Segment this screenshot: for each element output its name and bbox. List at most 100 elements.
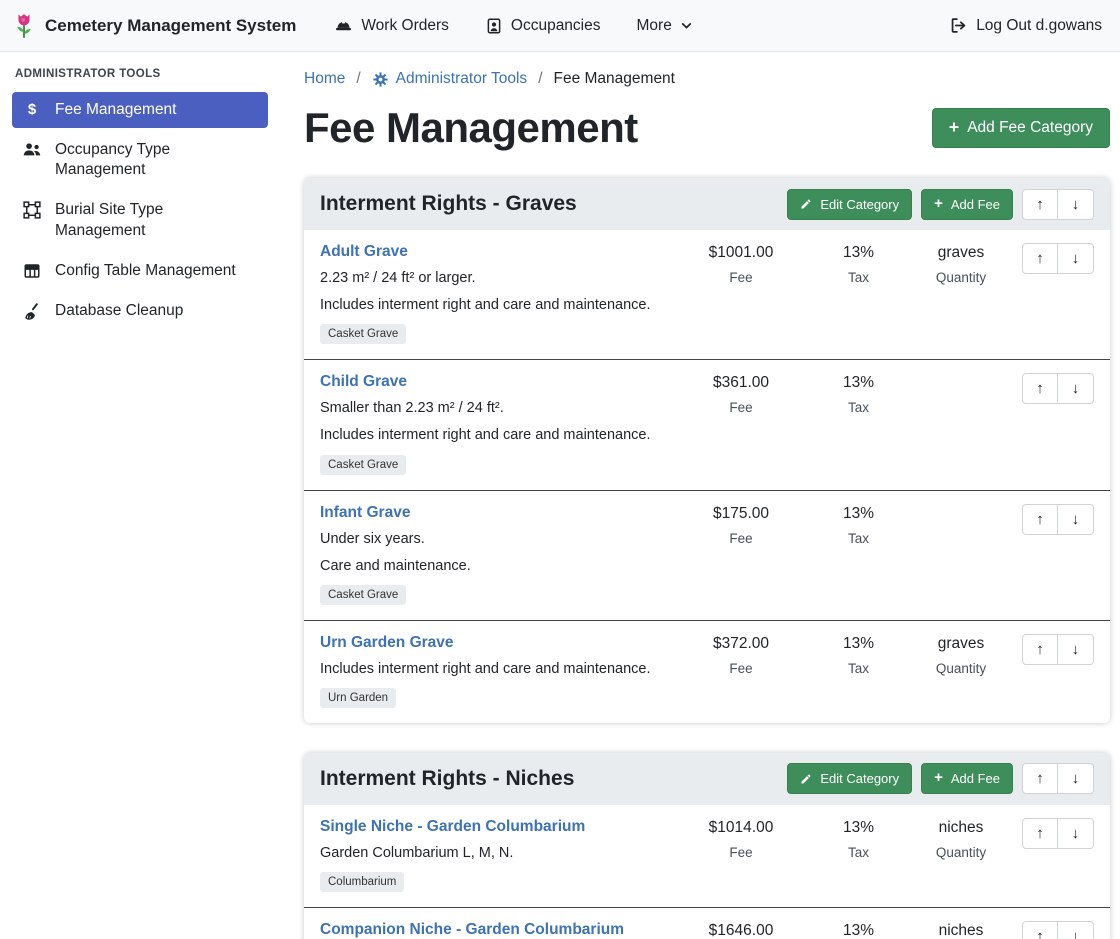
move-category-up-button[interactable]: ↑ [1022, 189, 1058, 220]
main-content: Home / Administrat [280, 52, 1120, 939]
fee-name-link[interactable]: Infant Grave [320, 504, 410, 522]
fee-name-link[interactable]: Urn Garden Grave [320, 634, 454, 652]
fee-description: Garden Columbarium L, M, N. [320, 844, 671, 862]
move-fee-up-button[interactable]: ↑ [1022, 373, 1058, 404]
fee-tax: 13% [811, 244, 906, 262]
fee-amount-cell: $1014.00 Fee [671, 818, 811, 860]
fee-quantity-cell: niches Quantity [906, 818, 1016, 860]
fee-quantity: niches [906, 922, 1016, 939]
fee-description: 2.23 m² / 24 ft² or larger. [320, 269, 671, 287]
breadcrumb-admin-tools-label: Administrator Tools [396, 70, 528, 88]
move-fee-down-button[interactable]: ↓ [1058, 818, 1094, 849]
plus-icon: + [934, 771, 943, 786]
move-fee-down-button[interactable]: ↓ [1058, 504, 1094, 535]
arrow-up-icon: ↑ [1036, 380, 1044, 397]
plus-icon: + [949, 119, 959, 137]
breadcrumb-home-label: Home [304, 70, 345, 88]
move-fee-down-button[interactable]: ↓ [1058, 634, 1094, 665]
fee-reorder-group: ↑ ↓ [1022, 921, 1094, 939]
add-fee-label: Add Fee [951, 771, 1000, 786]
fee-quantity-cell: graves Quantity [906, 634, 1016, 676]
table-icon [22, 262, 42, 280]
fee-descriptions: Garden Columbarium L, M, N. [320, 844, 671, 862]
nav-work-orders[interactable]: Work Orders [334, 16, 449, 35]
fee-type-badge: Urn Garden [320, 688, 396, 708]
tulip-logo-icon [12, 13, 36, 39]
fee-amount: $1001.00 [671, 244, 811, 262]
fee-reorder-group: ↑ ↓ [1022, 243, 1094, 274]
fee-quantity-cell: niches Quantity [906, 921, 1016, 939]
move-fee-up-button[interactable]: ↑ [1022, 921, 1058, 939]
edit-category-button[interactable]: Edit Category [787, 763, 912, 794]
move-category-down-button[interactable]: ↓ [1058, 189, 1094, 220]
fee-quantity-label: Quantity [906, 661, 1016, 676]
sidebar-item-database-cleanup[interactable]: Database Cleanup [12, 293, 268, 329]
fee-row: Infant Grave Under six years.Care and ma… [304, 490, 1110, 620]
fee-descriptions: Smaller than 2.23 m² / 24 ft².Includes i… [320, 399, 671, 444]
move-fee-down-button[interactable]: ↓ [1058, 373, 1094, 404]
add-fee-label: Add Fee [951, 197, 1000, 212]
broom-icon [22, 302, 42, 320]
move-category-down-button[interactable]: ↓ [1058, 763, 1094, 794]
arrow-up-icon: ↑ [1036, 641, 1044, 658]
nav-occupancies[interactable]: Occupancies [485, 17, 601, 35]
fee-quantity-cell: graves Quantity [906, 243, 1016, 285]
fee-tax: 13% [811, 505, 906, 523]
sidebar-item-label: Fee Management [55, 100, 177, 120]
move-category-up-button[interactable]: ↑ [1022, 763, 1058, 794]
arrow-down-icon: ↓ [1072, 641, 1080, 658]
fee-description: Includes interment right and care and ma… [320, 296, 671, 314]
pencil-icon [800, 773, 812, 785]
fee-name-link[interactable]: Single Niche - Garden Columbarium [320, 818, 585, 836]
fee-description: Smaller than 2.23 m² / 24 ft². [320, 399, 671, 417]
fee-tax-cell: 13% Tax [811, 634, 906, 676]
move-fee-up-button[interactable]: ↑ [1022, 243, 1058, 274]
category-body: Adult Grave 2.23 m² / 24 ft² or larger. I… [304, 230, 1110, 723]
sidebar-item-burial-site-type-management[interactable]: Burial Site Type Management [12, 192, 268, 248]
move-fee-up-button[interactable]: ↑ [1022, 634, 1058, 665]
add-fee-button[interactable]: + Add Fee [921, 763, 1013, 794]
move-fee-up-button[interactable]: ↑ [1022, 818, 1058, 849]
category-reorder-group: ↑ ↓ [1022, 189, 1094, 220]
sidebar-item-occupancy-type-management[interactable]: Occupancy Type Management [12, 132, 268, 188]
breadcrumb: Home / Administrat [304, 70, 1110, 88]
hard-hat-icon [334, 16, 353, 35]
pencil-icon [800, 198, 812, 210]
fee-name-link[interactable]: Child Grave [320, 373, 407, 391]
fee-name-link[interactable]: Companion Niche - Garden Columbarium [320, 921, 624, 939]
breadcrumb-home[interactable]: Home [304, 70, 345, 88]
sidebar-item-fee-management[interactable]: $ Fee Management [12, 92, 268, 128]
fee-info: Adult Grave 2.23 m² / 24 ft² or larger. I… [320, 243, 671, 344]
portrait-icon [485, 17, 503, 35]
move-fee-up-button[interactable]: ↑ [1022, 504, 1058, 535]
fee-info: Single Niche - Garden Columbarium Garden… [320, 818, 671, 892]
fee-tax-cell: 13% Tax [811, 921, 906, 939]
fee-tax: 13% [811, 374, 906, 392]
move-fee-down-button[interactable]: ↓ [1058, 243, 1094, 274]
fee-name-link[interactable]: Adult Grave [320, 243, 408, 261]
fee-amount-label: Fee [671, 400, 811, 415]
primary-nav: Work Orders Occupancies More [334, 16, 693, 35]
fee-amount-label: Fee [671, 531, 811, 546]
category-title: Interment Rights - Graves [320, 192, 778, 216]
fee-category-card: Interment Rights - Niches Edit Category … [304, 753, 1110, 939]
app-brand[interactable]: Cemetery Management System [12, 13, 296, 39]
fee-amount-cell: $1646.00 Fee [671, 921, 811, 939]
fee-tax: 13% [811, 819, 906, 837]
breadcrumb-admin-tools[interactable]: Administrator Tools [372, 70, 528, 88]
nav-more[interactable]: More [637, 17, 693, 35]
add-fee-category-button[interactable]: + Add Fee Category [932, 108, 1110, 148]
logout-button[interactable]: Log Out d.gowans [949, 16, 1102, 35]
fee-info: Companion Niche - Garden Columbarium Gar… [320, 921, 671, 939]
edit-category-button[interactable]: Edit Category [787, 189, 912, 220]
move-fee-down-button[interactable]: ↓ [1058, 921, 1094, 939]
page-title: Fee Management [304, 104, 638, 152]
fee-type-badge: Casket Grave [320, 585, 406, 605]
fee-reorder-group: ↑ ↓ [1022, 634, 1094, 665]
add-fee-button[interactable]: + Add Fee [921, 189, 1013, 220]
fee-tax: 13% [811, 635, 906, 653]
sidebar-item-config-table-management[interactable]: Config Table Management [12, 253, 268, 289]
fee-quantity: graves [906, 244, 1016, 262]
fee-amount-label: Fee [671, 845, 811, 860]
arrow-down-icon: ↓ [1072, 770, 1080, 787]
